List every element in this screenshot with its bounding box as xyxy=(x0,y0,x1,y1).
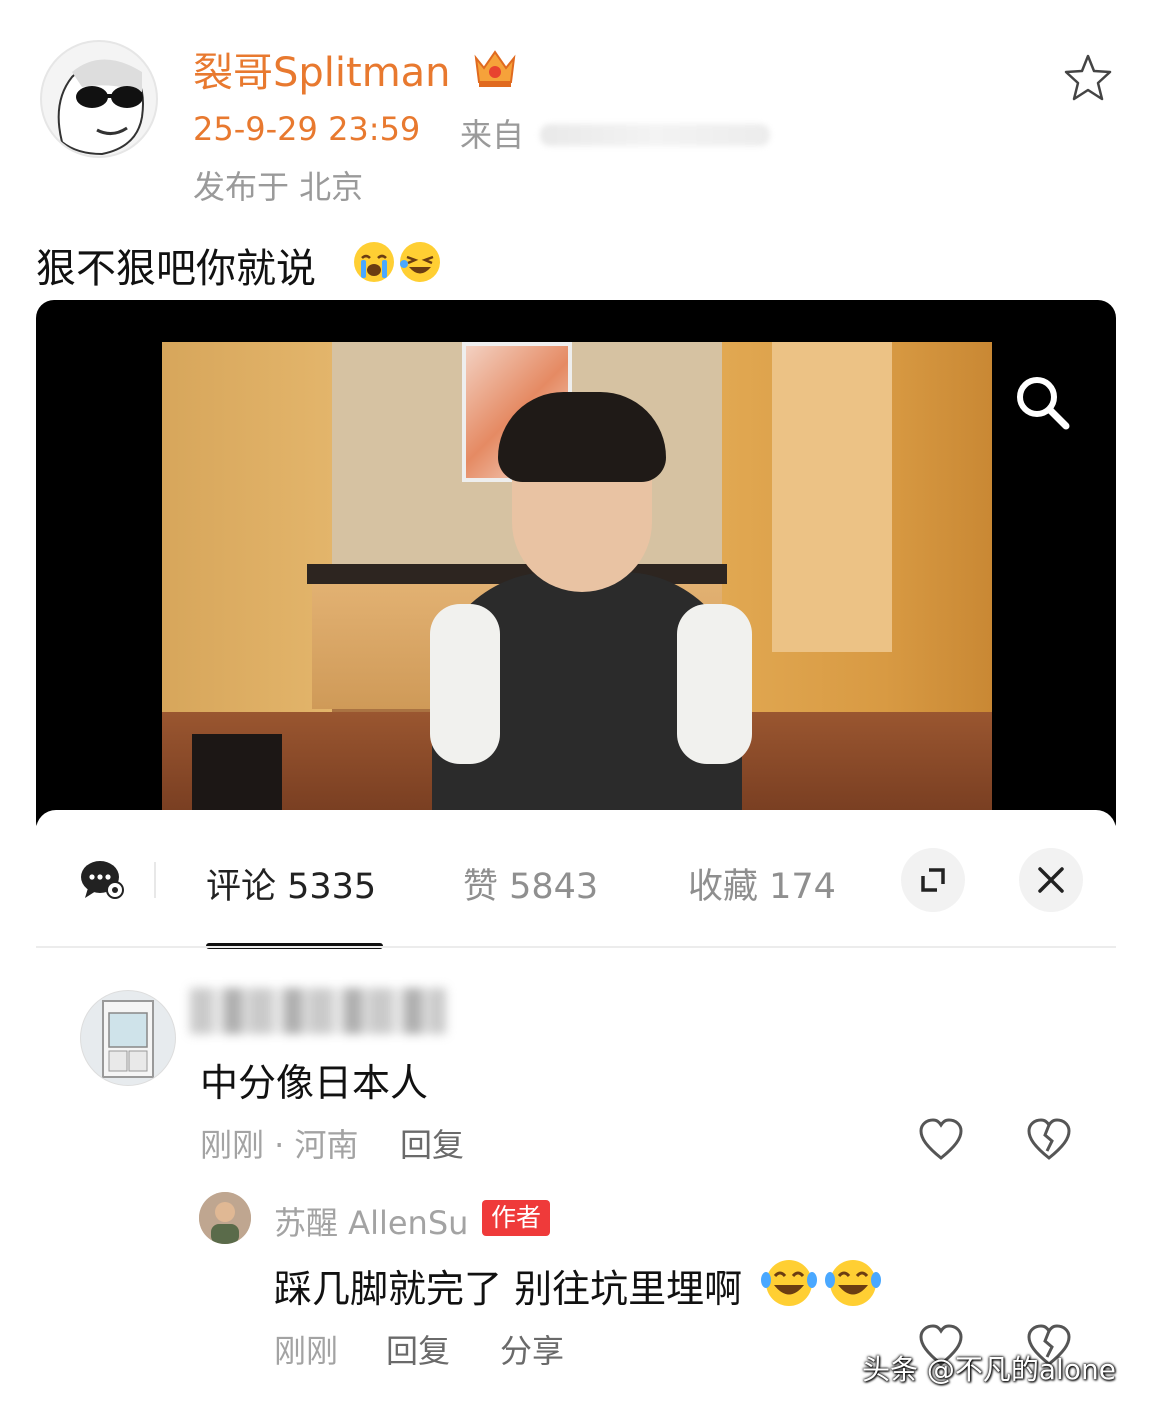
reply-text: 踩几脚就完了 别往坑里埋啊 xyxy=(274,1267,743,1311)
watermark: 头条 @不凡的alone xyxy=(862,1353,1116,1386)
comment-text: 中分像日本人 xyxy=(200,1061,429,1105)
author-badge: 作者 xyxy=(482,1200,551,1236)
reply-reply-button[interactable]: 回复 xyxy=(386,1326,450,1372)
video-frame xyxy=(162,342,992,810)
commenter-avatar[interactable] xyxy=(80,990,176,1086)
cabinet-avatar-image xyxy=(102,1000,154,1078)
search-icon[interactable] xyxy=(1010,370,1074,434)
close-icon xyxy=(1038,867,1064,893)
comment-bubble-icon[interactable] xyxy=(80,858,126,902)
tab-likes[interactable]: 赞 5843 xyxy=(463,858,598,909)
tab-favorites[interactable]: 收藏 174 xyxy=(688,858,836,909)
avatar-illustration xyxy=(57,59,144,156)
laughing-tears-emoji xyxy=(761,1260,817,1306)
post-source-label: 来自 xyxy=(460,116,525,154)
comment-reply-button[interactable]: 回复 xyxy=(400,1120,464,1166)
dislike-broken-heart-icon[interactable] xyxy=(1026,1118,1072,1162)
post-location: 发布于 北京 xyxy=(193,168,364,206)
expand-button[interactable] xyxy=(901,848,965,912)
reply-author-avatar[interactable] xyxy=(199,1192,251,1244)
favorite-star-icon[interactable] xyxy=(1062,52,1114,104)
author-username[interactable]: 裂哥Splitman xyxy=(193,40,451,98)
post-text: 狠不狠吧你就说 xyxy=(36,246,316,292)
tab-divider xyxy=(154,862,156,898)
source-redacted xyxy=(540,124,770,146)
laughing-tears-emoji xyxy=(825,1260,881,1306)
tab-comments[interactable]: 评论 5335 xyxy=(206,858,376,909)
commenter-name-redacted xyxy=(190,988,446,1034)
reply-meta: 刚刚 xyxy=(274,1332,339,1370)
reply-avatar-image xyxy=(199,1192,251,1244)
author-avatar[interactable] xyxy=(40,40,158,158)
post-timestamp: 25-9-29 23:59 xyxy=(193,110,421,148)
tabs-divider xyxy=(36,946,1116,948)
close-button[interactable] xyxy=(1019,848,1083,912)
reply-author-name[interactable]: 苏醒 AllenSu xyxy=(274,1198,468,1244)
like-heart-icon[interactable] xyxy=(918,1118,964,1162)
laughing-face-emoji xyxy=(400,242,440,282)
comment-meta: 刚刚 · 河南 xyxy=(200,1126,359,1164)
expand-icon xyxy=(921,868,945,892)
crying-face-emoji xyxy=(354,242,394,282)
crown-icon xyxy=(474,50,516,87)
reply-share-button[interactable]: 分享 xyxy=(500,1326,564,1372)
video-player[interactable] xyxy=(36,300,1116,840)
